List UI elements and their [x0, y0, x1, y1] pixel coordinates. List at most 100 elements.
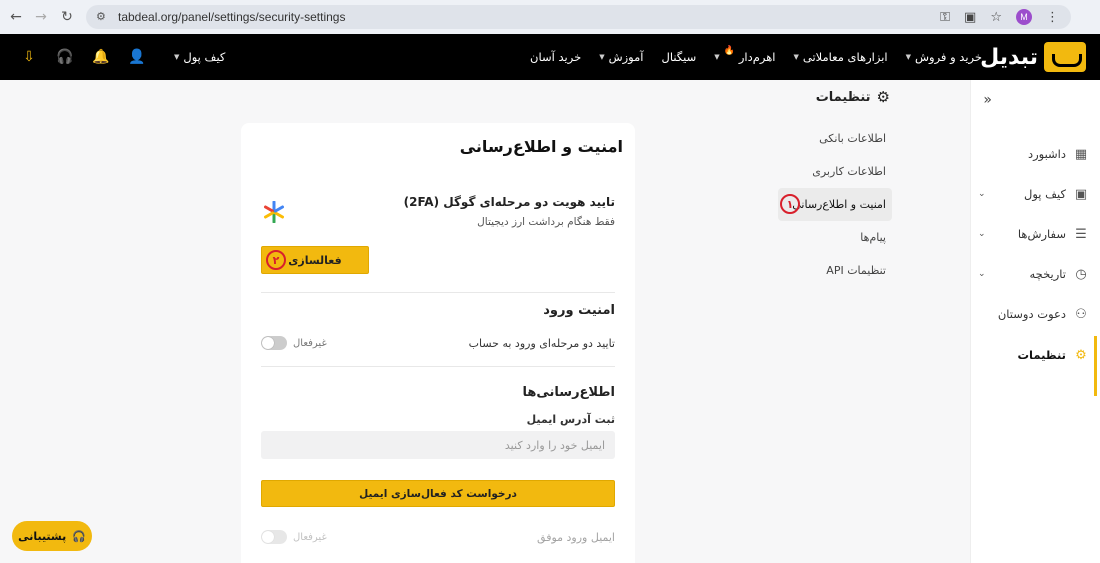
orders-icon: ☰ — [1075, 226, 1087, 242]
headset-icon[interactable]: 🎧 — [56, 48, 74, 66]
settings-menu-messages[interactable]: پیام‌ها — [778, 221, 892, 254]
toggle-state-text: غیرفعال — [293, 337, 327, 349]
header-actions: ⇩ 🎧 🔔 👤 ▼ کیف پول — [20, 34, 225, 80]
password-key-icon[interactable]: ⚿ — [940, 10, 950, 25]
menu-item-label: امنیت و اطلاع‌رسانی — [792, 198, 886, 211]
history-icon: ◷ — [1075, 266, 1087, 282]
nav-item-easy-buy[interactable]: خرید آسان — [530, 50, 581, 64]
wallet-label: کیف پول — [183, 50, 226, 64]
menu-item-label: پیام‌ها — [860, 231, 886, 244]
dashboard-icon: ▦ — [1074, 146, 1088, 162]
sidebar-item-history[interactable]: ◷ تاریخچه ⌄ — [978, 262, 1088, 286]
main-nav: خرید و فروش ▼ ابزارهای معاملاتی ▼ اهرم‌د… — [530, 34, 982, 80]
login-2fa-toggle[interactable] — [261, 336, 287, 350]
chevron-down-icon: ⌄ — [978, 229, 986, 239]
request-email-code-button[interactable]: درخواست کد فعال‌سازی ایمیل — [261, 480, 615, 507]
reload-icon[interactable]: ↻ — [54, 4, 80, 30]
chevron-down-icon: ⌄ — [978, 189, 986, 199]
browser-toolbar: ← → ↻ ⚙ tabdeal.org/panel/settings/secur… — [0, 0, 1100, 34]
wallet-icon: ▣ — [1074, 186, 1088, 202]
email-field[interactable] — [261, 431, 615, 459]
bookmark-star-icon[interactable]: ☆ — [990, 10, 1002, 25]
settings-menu-bank-info[interactable]: اطلاعات بانکی — [778, 122, 892, 155]
forward-icon[interactable]: → — [28, 4, 54, 30]
chevron-down-icon: ▼ — [905, 53, 911, 61]
sidebar-item-invite[interactable]: ⚇ دعوت دوستان — [978, 302, 1088, 326]
sidebar-item-label: سفارش‌ها — [1017, 227, 1066, 241]
sidebar-item-label: تاریخچه — [1029, 267, 1066, 281]
logo[interactable]: تبدیل — [980, 42, 1086, 72]
site-header: تبدیل خرید و فروش ▼ ابزارهای معاملاتی ▼ … — [0, 34, 1100, 80]
headset-icon: 🎧 — [72, 529, 86, 543]
gear-icon: ⚙ — [876, 88, 890, 106]
sidebar-item-wallet[interactable]: ▣ کیف پول ⌄ — [978, 182, 1088, 206]
login-security-title: امنیت ورود — [543, 303, 615, 318]
request-email-code-label: درخواست کد فعال‌سازی ایمیل — [359, 487, 517, 500]
back-icon[interactable]: ← — [3, 4, 29, 30]
url-text: tabdeal.org/panel/settings/security-sett… — [118, 10, 346, 24]
settings-menu-user-info[interactable]: اطلاعات کاربری — [778, 155, 892, 188]
nav-label: ابزارهای معاملاتی — [802, 50, 888, 64]
menu-item-label: اطلاعات کاربری — [812, 165, 886, 178]
success-login-toggle[interactable] — [261, 530, 287, 544]
divider — [261, 292, 615, 293]
address-bar[interactable]: ⚙ tabdeal.org/panel/settings/security-se… — [86, 5, 1071, 29]
sidebar-item-dashboard[interactable]: ▦ داشبورد — [978, 142, 1088, 166]
logo-mark-icon — [1044, 42, 1086, 72]
toggle-state-text: غیرفعال — [293, 531, 327, 543]
support-label: پشتیبانی — [18, 529, 67, 543]
activate-button-label: فعالسازی — [288, 253, 342, 267]
twofa-subtitle: فقط هنگام برداشت ارز دیجیتال — [477, 216, 615, 228]
nav-label: سیگنال — [661, 50, 697, 64]
fire-icon: 🔥 — [723, 46, 735, 56]
menu-item-label: اطلاعات بانکی — [819, 132, 886, 145]
step-marker-2: ۲ — [266, 250, 286, 270]
invite-icon: ⚇ — [1075, 306, 1087, 322]
success-login-email-label: ایمیل ورود موفق — [537, 531, 615, 544]
step-marker-1: ۱ — [780, 194, 800, 214]
sidebar-item-label: داشبورد — [1027, 147, 1066, 161]
nav-item-education[interactable]: آموزش ▼ — [599, 50, 643, 64]
sidebar-item-settings[interactable]: ⚙ تنظیمات — [978, 343, 1088, 367]
wallet-menu[interactable]: ▼ کیف پول — [174, 50, 225, 64]
user-icon[interactable]: 👤 — [128, 48, 146, 66]
logo-text: تبدیل — [980, 44, 1038, 70]
nav-label: آموزش — [608, 50, 644, 64]
google-authenticator-icon — [264, 201, 284, 223]
nav-item-signal[interactable]: سیگنال — [661, 50, 696, 64]
sidebar-active-indicator — [1094, 336, 1097, 396]
nav-item-trading-tools[interactable]: ابزارهای معاملاتی ▼ — [793, 50, 887, 64]
login-2fa-toggle-group: غیرفعال — [261, 336, 327, 350]
email-field-label: ثبت آدرس ایمیل — [526, 413, 615, 426]
settings-menu-security[interactable]: امنیت و اطلاع‌رسانی ۱ — [778, 188, 892, 221]
site-info-icon[interactable]: ⚙ — [96, 10, 110, 24]
nav-item-buy-sell[interactable]: خرید و فروش ▼ — [906, 50, 982, 64]
settings-menu: اطلاعات بانکی اطلاعات کاربری امنیت و اطل… — [778, 122, 892, 287]
install-app-icon[interactable]: ▣ — [964, 10, 976, 25]
security-card: امنیت و اطلاع‌رسانی تایید هویت دو مرحله‌… — [241, 123, 635, 563]
nav-item-leverage[interactable]: اهرم‌دار 🔥 ▼ — [714, 46, 775, 64]
sidebar-item-label: کیف پول — [1023, 187, 1066, 201]
sidebar-item-label: تنظیمات — [1017, 348, 1067, 362]
sidebar: » ▦ داشبورد ▣ کیف پول ⌄ ☰ سفارش‌ها ⌄ ◷ ت… — [970, 80, 1100, 563]
bell-icon[interactable]: 🔔 — [92, 48, 110, 66]
nav-label: خرید آسان — [530, 50, 582, 64]
divider — [261, 366, 615, 367]
page-title: امنیت و اطلاع‌رسانی — [459, 137, 623, 156]
chevron-down-icon: ▼ — [174, 53, 180, 61]
sidebar-item-orders[interactable]: ☰ سفارش‌ها ⌄ — [978, 222, 1088, 246]
settings-menu-api[interactable]: تنظیمات API — [778, 254, 892, 287]
login-2fa-label: تایید دو مرحله‌ای ورود به حساب — [468, 337, 615, 350]
chevron-down-icon: ▼ — [714, 53, 720, 61]
browser-menu-icon[interactable]: ⋮ — [1046, 10, 1059, 25]
chevron-down-icon: ▼ — [793, 53, 799, 61]
chevron-down-icon: ▼ — [599, 53, 605, 61]
twofa-title: تایید هویت دو مرحله‌ای گوگل (2FA) — [403, 195, 615, 209]
deposit-icon[interactable]: ⇩ — [20, 48, 38, 66]
support-button[interactable]: 🎧 پشتیبانی — [12, 521, 92, 551]
sidebar-item-label: دعوت دوستان — [997, 307, 1066, 321]
activate-2fa-button[interactable]: فعالسازی ۲ — [261, 246, 369, 274]
collapse-sidebar-icon[interactable]: » — [983, 92, 992, 108]
profile-avatar[interactable]: M — [1016, 9, 1032, 25]
menu-item-label: تنظیمات API — [826, 264, 886, 277]
